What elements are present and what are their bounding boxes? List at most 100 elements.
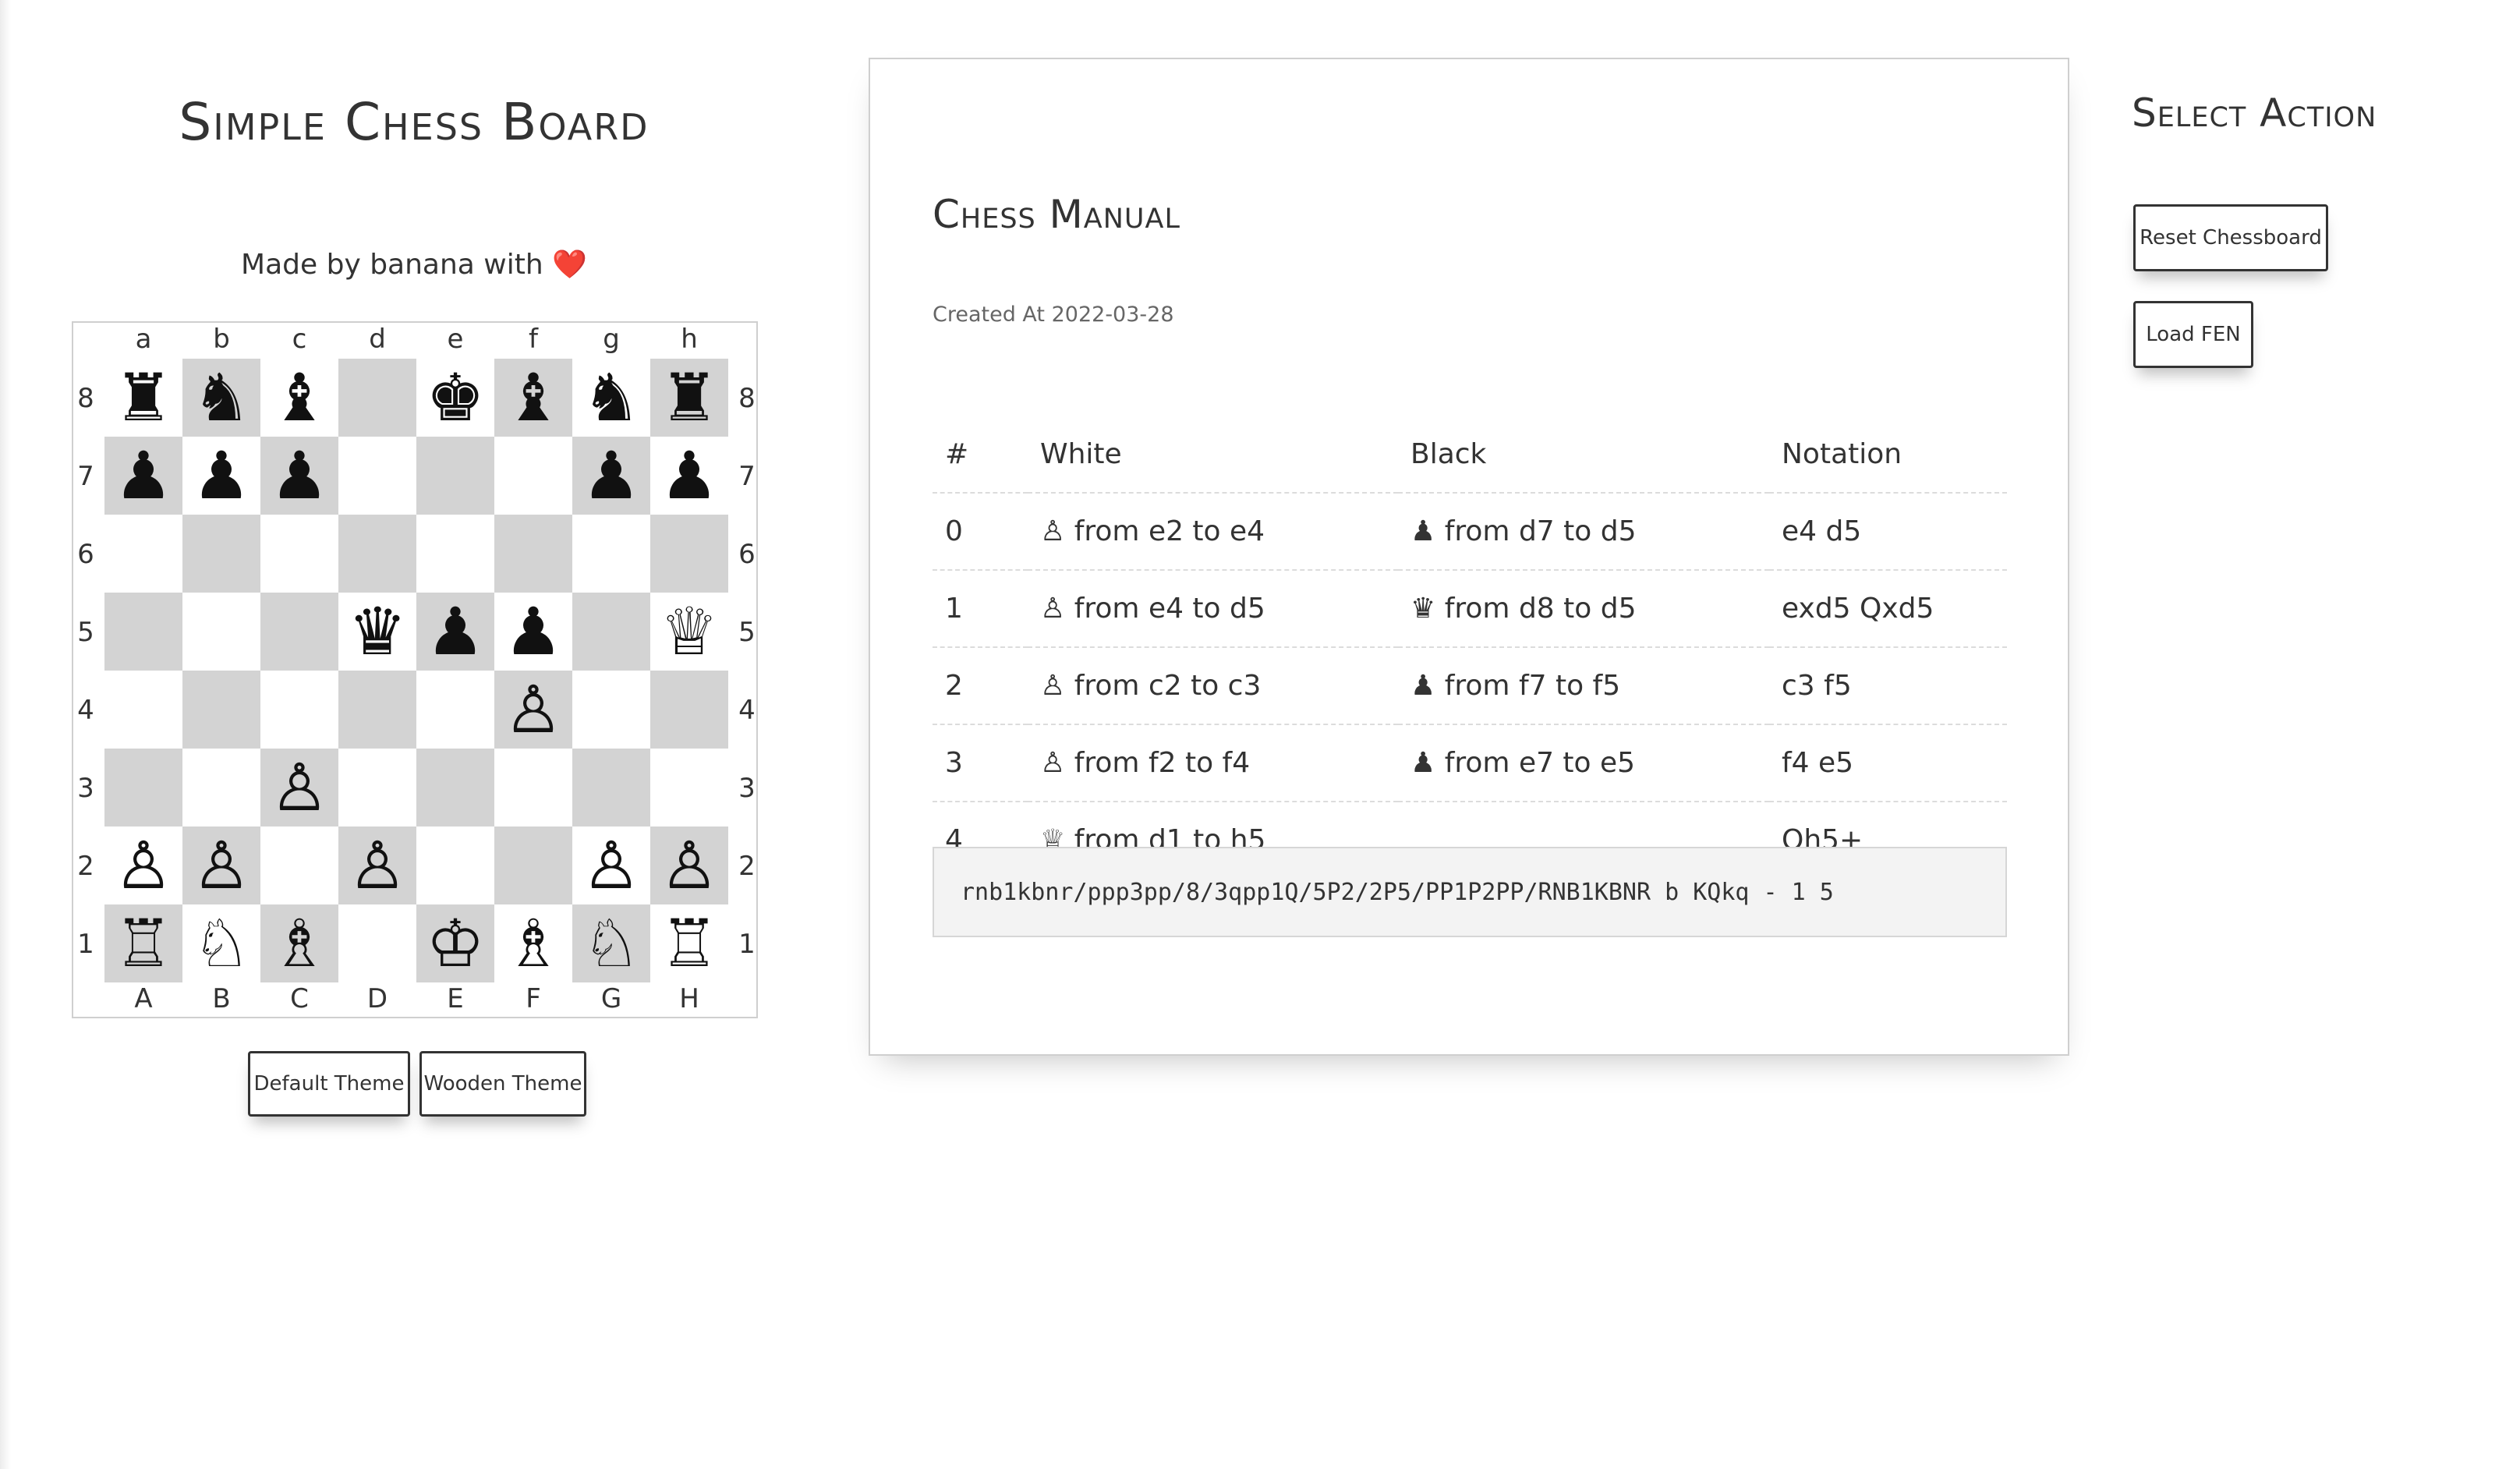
default-theme-button[interactable]: Default Theme (248, 1051, 410, 1117)
board-square[interactable] (338, 671, 416, 749)
board-square[interactable]: ♘ (572, 904, 650, 982)
column-header-notation: Notation (1769, 416, 2007, 494)
board-square[interactable]: ♗ (494, 904, 572, 982)
board-square[interactable]: ♟ (494, 593, 572, 671)
board-square[interactable]: ♟ (182, 437, 260, 515)
board-square[interactable] (572, 671, 650, 749)
board-square[interactable] (104, 749, 182, 827)
board-square[interactable]: ♙ (182, 827, 260, 904)
rank-label-left: 4 (77, 695, 94, 726)
board-square[interactable] (182, 515, 260, 593)
board-square[interactable]: ♙ (338, 827, 416, 904)
board-square[interactable]: ♕ (650, 593, 728, 671)
rank-label-left: 3 (77, 773, 94, 804)
board-square[interactable]: ♙ (260, 749, 338, 827)
board-square[interactable] (494, 515, 572, 593)
board-square[interactable]: ♖ (104, 904, 182, 982)
board-square[interactable] (494, 437, 572, 515)
board-square[interactable] (338, 749, 416, 827)
board-square[interactable] (182, 749, 260, 827)
board-square[interactable] (104, 671, 182, 749)
rank-label-right: 3 (738, 773, 756, 804)
move-number: 2 (933, 647, 1028, 725)
page-edge-shadow (0, 0, 11, 1469)
site-title: Simple Chess Board (179, 92, 649, 152)
board-square[interactable] (260, 593, 338, 671)
board-square[interactable]: ♙ (104, 827, 182, 904)
board-square[interactable] (572, 593, 650, 671)
board-square[interactable] (416, 437, 494, 515)
heart-icon: ❤️ (552, 249, 587, 281)
board-square[interactable]: ♔ (416, 904, 494, 982)
white-move: ♙ from e4 to d5 (1028, 570, 1398, 648)
board-square[interactable] (104, 515, 182, 593)
board-square[interactable] (494, 827, 572, 904)
board-square[interactable]: ♟ (416, 593, 494, 671)
board-square[interactable]: ♛ (338, 593, 416, 671)
board-square[interactable] (260, 515, 338, 593)
move-row: 0 ♙ from e2 to e4 ♟ from d7 to d5 e4 d5 (933, 493, 2007, 571)
wooden-theme-button[interactable]: Wooden Theme (419, 1051, 586, 1117)
board-square[interactable]: ♗ (260, 904, 338, 982)
board-square[interactable]: ♜ (104, 359, 182, 437)
board-square[interactable] (494, 749, 572, 827)
file-label-bottom: G (600, 983, 622, 1014)
board-square[interactable] (416, 671, 494, 749)
move-notation: exd5 Qxd5 (1769, 570, 2007, 648)
file-label-bottom: E (447, 983, 464, 1014)
board-square[interactable]: ♟ (104, 437, 182, 515)
chessboard[interactable]: ♜ ♞ ♝ ♚ ♝ ♞ ♜ ♟ ♟ ♟ ♟ ♟ ♛ ♟ ♟ ♕ ♙ ♙ ♙ ♙ ♙ ♙ ♙ ♖ ♘ ♗ ♔ ♗ ♘ ♖ (104, 359, 728, 982)
board-square[interactable] (416, 515, 494, 593)
board-square[interactable] (338, 359, 416, 437)
board-square[interactable]: ♟ (572, 437, 650, 515)
board-square[interactable] (572, 515, 650, 593)
board-square[interactable]: ♖ (650, 904, 728, 982)
board-square[interactable]: ♟ (650, 437, 728, 515)
board-square[interactable] (104, 593, 182, 671)
board-square[interactable]: ♞ (572, 359, 650, 437)
chess-manual-card: Chess Manual Created At 2022-03-28 # Whi… (869, 58, 2069, 1056)
board-square[interactable] (650, 515, 728, 593)
white-move: ♙ from f2 to f4 (1028, 724, 1398, 802)
board-square[interactable] (182, 593, 260, 671)
load-fen-button[interactable]: Load FEN (2133, 301, 2253, 368)
white-move: ♙ from e2 to e4 (1028, 493, 1398, 571)
fen-string: rnb1kbnr/ppp3pp/8/3qpp1Q/5P2/2P5/PP1P2PP… (933, 847, 2007, 937)
board-square[interactable]: ♙ (494, 671, 572, 749)
board-square[interactable]: ♘ (182, 904, 260, 982)
board-square[interactable] (338, 904, 416, 982)
move-notation: c3 f5 (1769, 647, 2007, 725)
black-move: ♟ from d7 to d5 (1398, 493, 1769, 571)
board-square[interactable]: ♟ (260, 437, 338, 515)
board-square[interactable] (650, 671, 728, 749)
board-square[interactable]: ♜ (650, 359, 728, 437)
reset-chessboard-button[interactable]: Reset Chessboard (2133, 204, 2328, 271)
file-label-bottom: F (526, 983, 541, 1014)
rank-label-right: 4 (738, 695, 756, 726)
board-square[interactable] (416, 827, 494, 904)
file-label-bottom: H (679, 983, 699, 1014)
board-square[interactable] (338, 515, 416, 593)
board-square[interactable] (260, 671, 338, 749)
column-header-white: White (1028, 416, 1398, 494)
byline-text: Made by banana with (241, 249, 543, 281)
board-square[interactable] (260, 827, 338, 904)
board-square[interactable] (338, 437, 416, 515)
board-square[interactable]: ♞ (182, 359, 260, 437)
file-label-top: d (369, 324, 386, 355)
board-square[interactable] (650, 749, 728, 827)
column-header-black: Black (1398, 416, 1769, 494)
board-square[interactable] (416, 749, 494, 827)
board-square[interactable]: ♚ (416, 359, 494, 437)
column-header-number: # (933, 416, 1028, 494)
board-square[interactable] (182, 671, 260, 749)
moves-header-row: # White Black Notation (933, 416, 2007, 494)
file-label-bottom: B (212, 983, 231, 1014)
board-square[interactable]: ♙ (650, 827, 728, 904)
file-label-top: g (603, 324, 620, 355)
board-square[interactable] (572, 749, 650, 827)
board-square[interactable]: ♝ (494, 359, 572, 437)
board-square[interactable]: ♝ (260, 359, 338, 437)
move-notation: e4 d5 (1769, 493, 2007, 571)
board-square[interactable]: ♙ (572, 827, 650, 904)
